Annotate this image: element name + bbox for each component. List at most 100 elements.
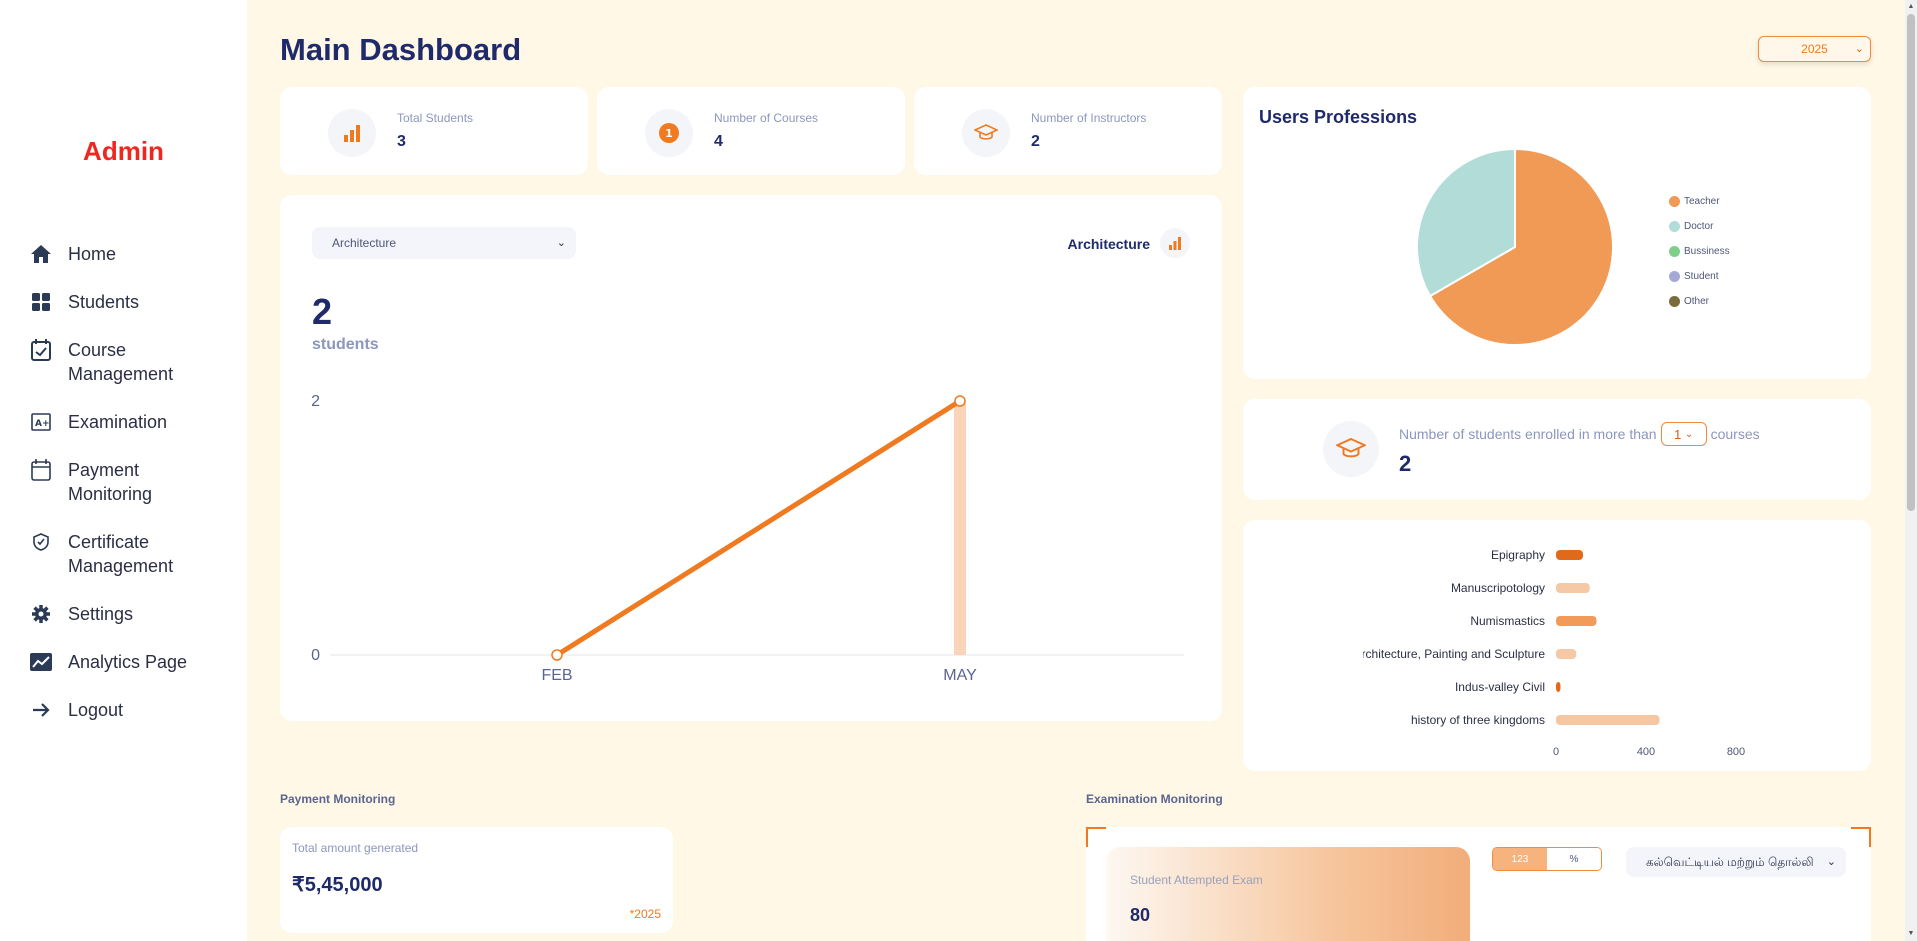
exam-attempted-card: Student Attempted Exam 80 (1106, 847, 1470, 941)
sidebar-item-label: Students (68, 292, 140, 312)
legend-label: Teacher (1684, 196, 1720, 207)
sidebar-item-analytics[interactable]: Analytics Page (28, 650, 238, 674)
stat-label: Total Students (397, 111, 474, 125)
legend-dot (1669, 221, 1680, 232)
course-bar-chart-card: Epigraphy Manuscripotology Numismastics Arc… (1243, 520, 1871, 771)
enrollment-text-before: Number of students enrolled in more than (1399, 426, 1657, 442)
legend-label: Bussiness (1684, 246, 1730, 257)
legend-item: Doctor (1669, 214, 1730, 239)
data-point (551, 649, 563, 661)
stat-value: 3 (397, 133, 406, 150)
x-tick-label: MAY (943, 667, 977, 684)
sidebar-item-home[interactable]: Home (28, 242, 238, 266)
enrollment-text-after: courses (1710, 426, 1760, 442)
course-chart-card: Architecture ⌄ Architecture 2 students 0… (280, 195, 1222, 721)
x-tick-label: 400 (1637, 746, 1655, 758)
y-tick-label: 0 (311, 647, 320, 664)
exam-course-select[interactable]: கல்வெட்டியல் மற்றும் தொல்லி ⌄ (1626, 847, 1846, 877)
svg-text:1: 1 (665, 127, 673, 140)
chevron-down-icon: ⌄ (1854, 43, 1864, 55)
grid-icon (28, 290, 54, 314)
course-count-select[interactable]: 1 ⌄ (1660, 422, 1707, 446)
stat-card-total-students: Total Students 3 (280, 87, 588, 175)
frame-corner (1086, 827, 1106, 847)
page-title: Main Dashboard (280, 32, 522, 67)
legend-label: Student (1684, 271, 1719, 282)
sidebar-item-students[interactable]: Students (28, 290, 238, 314)
graduation-cap-icon (962, 109, 1010, 157)
chevron-down-icon: ⌄ (1684, 428, 1694, 440)
stat-label: Number of Instructors (1031, 111, 1147, 125)
bar-category-label: Manuscripotology (1451, 581, 1545, 595)
bar-category-label: Indus-valley Civil (1455, 680, 1545, 694)
x-tick-label: 0 (1553, 746, 1559, 758)
enrollment-line-chart: 0 2 FEB MAY (311, 393, 1184, 684)
legend-dot (1669, 296, 1680, 307)
payment-total-card: Total amount generated ₹5,45,000 *2025 (280, 827, 673, 933)
sidebar-item-label: Logout (68, 700, 124, 720)
payment-total-value: ₹5,45,000 (292, 874, 383, 896)
sidebar-item-label: Settings (68, 604, 134, 624)
sidebar-item-label: Payment Monitoring (68, 460, 153, 504)
enrollment-description: Number of students enrolled in more than… (1399, 422, 1760, 446)
legend-item: Student (1669, 264, 1730, 289)
home-icon (28, 242, 54, 266)
sidebar-item-examination[interactable]: A+ Examination (28, 410, 238, 434)
sidebar-item-label: Certificate Management (68, 532, 174, 576)
chart-line-icon (28, 650, 54, 674)
sidebar-item-payment-monitoring[interactable]: Payment Monitoring (28, 458, 238, 506)
exam-attempted-label: Student Attempted Exam (1130, 873, 1263, 887)
shield-check-icon (28, 530, 54, 554)
sidebar: Admin Home Students Course Management A+… (0, 0, 247, 941)
bar (1556, 550, 1583, 560)
course-bar-chart: Epigraphy Manuscripotology Numismastics Arc… (1354, 548, 1745, 758)
sidebar-item-logout[interactable]: Logout (28, 698, 238, 722)
arrow-right-icon (28, 698, 54, 722)
professions-legend: Teacher Doctor Bussiness Student Other (1669, 189, 1730, 314)
toggle-count-option[interactable]: 123 (1493, 848, 1547, 870)
bar-category-label: Numismastics (1470, 614, 1545, 628)
legend-item: Other (1669, 289, 1730, 314)
sidebar-item-course-management[interactable]: Course Management (28, 338, 238, 386)
exam-monitoring-panel: Student Attempted Exam 80 123 % கல்வெட்ட… (1086, 827, 1871, 941)
bar-category-label: Epigraphy (1491, 548, 1545, 562)
stat-label: Number of Courses (714, 111, 819, 125)
svg-text:A+: A+ (35, 419, 50, 429)
highlight-bar (954, 401, 966, 655)
brand-title: Admin (83, 136, 164, 166)
legend-dot (1669, 196, 1680, 207)
legend-item: Bussiness (1669, 239, 1730, 264)
count-percent-toggle: 123 % (1492, 847, 1602, 871)
toggle-percent-option[interactable]: % (1547, 848, 1601, 870)
graduation-cap-icon (1323, 421, 1379, 477)
grade-board-icon: A+ (28, 410, 54, 434)
sidebar-item-label: Analytics Page (68, 652, 188, 672)
frame-corner (1851, 827, 1871, 847)
legend-label: Doctor (1684, 221, 1714, 232)
gear-icon (28, 602, 54, 626)
stat-value: 4 (714, 133, 723, 150)
legend-item: Teacher (1669, 189, 1730, 214)
sidebar-item-certificate-management[interactable]: Certificate Management (28, 530, 238, 578)
multi-course-enrollment-card: Number of students enrolled in more than… (1243, 399, 1871, 500)
bar (1556, 583, 1590, 593)
bar (1556, 682, 1561, 692)
professions-pie-chart (1416, 147, 1614, 346)
page-scrollbar[interactable]: ▲ ▼ (1905, 0, 1917, 941)
year-select[interactable]: 2025 ⌄ (1758, 36, 1871, 62)
bar (1556, 715, 1660, 725)
scrollbar-thumb[interactable] (1907, 14, 1915, 511)
calendar-check-icon (28, 338, 54, 362)
bar-category-label: history of three kingdoms (1411, 713, 1545, 727)
number-one-icon: 1 (645, 109, 693, 157)
sidebar-item-label: Examination (68, 412, 168, 432)
scroll-down-arrow-icon[interactable]: ▼ (1907, 929, 1915, 939)
scroll-up-arrow-icon[interactable]: ▲ (1907, 2, 1915, 12)
enrollment-value: 2 (1399, 451, 1412, 476)
bar-category-label: Architecture, Painting and Sculpture (1354, 647, 1546, 661)
sidebar-item-settings[interactable]: Settings (28, 602, 238, 626)
legend-dot (1669, 246, 1680, 257)
professions-card: Users Professions Teacher Doctor Bussine… (1243, 87, 1871, 379)
x-tick-label: FEB (541, 667, 572, 684)
series-line (554, 398, 963, 658)
